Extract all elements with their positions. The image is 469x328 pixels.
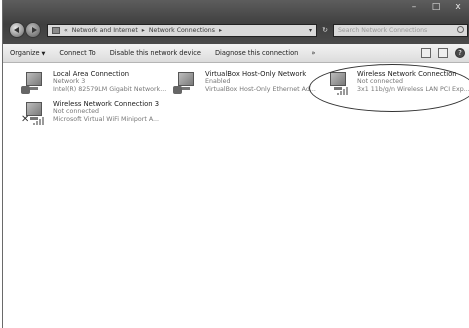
breadcrumb-network-and-internet[interactable]: Network and Internet xyxy=(72,27,138,34)
connection-device: VirtualBox Host-Only Ethernet Ad... xyxy=(205,86,316,94)
connection-status: Enabled xyxy=(205,78,231,86)
maximize-button[interactable]: □ xyxy=(431,2,441,12)
connection-name: VirtualBox Host-Only Network xyxy=(205,70,307,78)
connection-device: Intel(R) 82579LM Gigabit Network... xyxy=(53,86,167,94)
change-view-icon[interactable] xyxy=(421,48,431,58)
explorer-window: – □ x « Network and Internet ▸ Network C… xyxy=(2,0,469,328)
list-item-wireless-network-connection-3[interactable]: ✕ Wireless Network Connection 3 Not conn… xyxy=(21,100,159,126)
title-bar: – □ x « Network and Internet ▸ Network C… xyxy=(3,0,469,44)
search-input[interactable]: Search Network Connections xyxy=(333,24,468,37)
view-controls: ? xyxy=(421,48,465,58)
back-arrow-icon[interactable] xyxy=(9,22,25,38)
dropdown-arrow-icon: ▼ xyxy=(41,51,46,57)
search-icon[interactable] xyxy=(457,26,464,33)
network-folder-icon xyxy=(52,27,60,34)
list-item-wireless-network-connection[interactable]: Wireless Network Connection Not connecte… xyxy=(325,70,469,96)
connection-status: Not connected xyxy=(53,108,100,116)
connection-name: Wireless Network Connection xyxy=(357,70,457,78)
help-icon[interactable]: ? xyxy=(455,48,465,58)
connect-to-button[interactable]: Connect To xyxy=(52,49,102,57)
wireless-adapter-icon xyxy=(325,70,353,96)
network-adapter-icon xyxy=(21,70,49,96)
breadcrumb-prefix[interactable]: « xyxy=(64,27,68,34)
connection-device: Microsoft Virtual WiFi Miniport A... xyxy=(53,116,160,124)
close-button[interactable]: x xyxy=(453,2,463,12)
wireless-adapter-icon: ✕ xyxy=(21,100,49,126)
list-item-virtualbox-host-only[interactable]: VirtualBox Host-Only Network Enabled Vir… xyxy=(173,70,316,96)
list-item-local-area-connection[interactable]: Local Area Connection Network 3 Intel(R)… xyxy=(21,70,166,96)
connection-status: Network 3 xyxy=(53,78,86,86)
command-bar: Organize ▼ Connect To Disable this networ… xyxy=(3,44,469,63)
breadcrumb-separator-icon[interactable]: ▸ xyxy=(142,27,145,34)
breadcrumb-separator-icon[interactable]: ▸ xyxy=(219,27,222,34)
preview-pane-icon[interactable] xyxy=(438,48,448,58)
connection-device: 3x1 11b/g/n Wireless LAN PCI Exp... xyxy=(357,86,469,94)
more-commands-button[interactable]: » xyxy=(305,49,321,57)
breadcrumb-network-connections[interactable]: Network Connections xyxy=(149,27,215,34)
diagnose-connection-button[interactable]: Diagnose this connection xyxy=(208,49,305,57)
connection-name: Wireless Network Connection 3 xyxy=(53,100,160,108)
organize-label: Organize xyxy=(10,49,40,57)
x-mark-icon: ✕ xyxy=(21,114,30,125)
forward-arrow-icon[interactable] xyxy=(25,22,41,38)
connections-list: Local Area Connection Network 3 Intel(R)… xyxy=(3,64,469,328)
search-placeholder: Search Network Connections xyxy=(338,27,428,34)
minimize-button[interactable]: – xyxy=(409,2,419,12)
connection-name: Local Area Connection xyxy=(53,70,130,78)
organize-button[interactable]: Organize ▼ xyxy=(3,49,52,57)
disable-device-button[interactable]: Disable this network device xyxy=(103,49,208,57)
window-controls: – □ x xyxy=(409,2,463,12)
network-adapter-icon xyxy=(173,70,201,96)
address-bar[interactable]: « Network and Internet ▸ Network Connect… xyxy=(47,24,317,37)
connection-status: Not connected xyxy=(357,78,404,86)
refresh-icon[interactable]: ↻ xyxy=(319,24,331,37)
address-dropdown-icon[interactable]: ▾ xyxy=(309,27,312,34)
